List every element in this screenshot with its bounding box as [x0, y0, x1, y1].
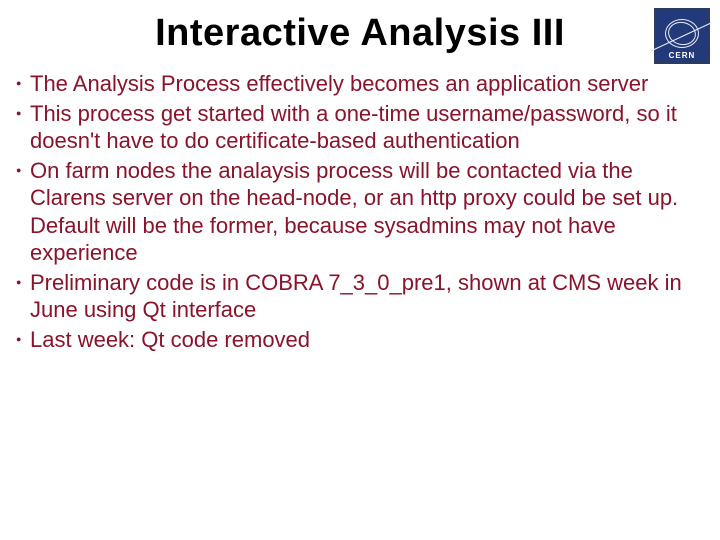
slide-body: The Analysis Process effectively becomes…: [22, 70, 690, 355]
bullet-list: The Analysis Process effectively becomes…: [22, 70, 690, 353]
list-item: The Analysis Process effectively becomes…: [22, 70, 690, 98]
logo-label: CERN: [656, 51, 708, 60]
list-item: This process get started with a one-time…: [22, 100, 690, 155]
list-item: Preliminary code is in COBRA 7_3_0_pre1,…: [22, 269, 690, 324]
cern-logo: CERN: [654, 8, 710, 64]
list-item: On farm nodes the analaysis process will…: [22, 157, 690, 267]
slide-title: Interactive Analysis III: [0, 12, 720, 55]
list-item: Last week: Qt code removed: [22, 326, 690, 354]
slide: Interactive Analysis III CERN The Analys…: [0, 0, 720, 540]
